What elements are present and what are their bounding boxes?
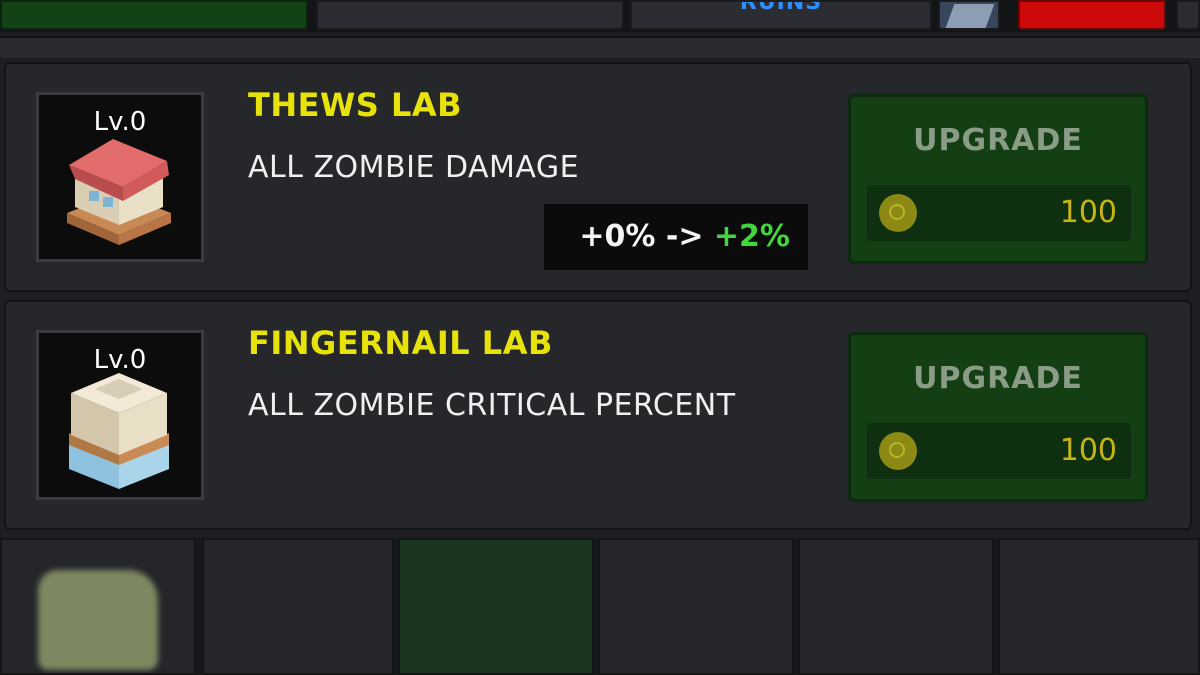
avatar[interactable]: [938, 0, 1000, 30]
cost-value: 100: [1059, 433, 1117, 468]
cost-bar: 100: [867, 423, 1131, 479]
top-tab-green[interactable]: [0, 0, 308, 30]
lab-row-thews: Lv.0 THEWS LAB ALL ZOMBIE DAMAGE +0% -> …: [4, 62, 1192, 292]
cost-bar: 100: [867, 185, 1131, 241]
cost-value: 100: [1059, 195, 1117, 230]
top-tab-edge[interactable]: [1176, 0, 1200, 30]
lab-level: Lv.0: [93, 345, 147, 375]
bottom-tab-4[interactable]: [598, 538, 794, 675]
top-bar: RUINS: [0, 0, 1200, 32]
lab-icon-frame: Lv.0: [36, 92, 204, 262]
stat-change-blurred: [256, 442, 816, 498]
upgrade-button[interactable]: UPGRADE 100: [848, 332, 1148, 502]
stat-change: +0% -> +2%: [544, 204, 808, 270]
lab-title: THEWS LAB: [248, 86, 462, 124]
bottom-tab-5[interactable]: [798, 538, 994, 675]
upgrade-label: UPGRADE: [913, 361, 1083, 396]
stat-next: +2%: [713, 219, 790, 254]
bottom-tab-2[interactable]: [202, 538, 394, 675]
bottom-tab-bar: [0, 538, 1200, 675]
game-screen: RUINS Lv.0 THEWS LAB ALL ZOMBIE DAMAGE +…: [0, 0, 1200, 675]
tab-ruins[interactable]: RUINS: [630, 0, 932, 30]
top-tab-red[interactable]: [1018, 0, 1166, 30]
upgrade-label: UPGRADE: [913, 123, 1083, 158]
upgrade-button[interactable]: UPGRADE 100: [848, 94, 1148, 264]
zombie-icon: [38, 570, 158, 670]
gold-coin-icon: [879, 432, 917, 470]
header-divider: [0, 36, 1200, 58]
gold-coin-icon: [879, 194, 917, 232]
top-tab-2[interactable]: [316, 0, 624, 30]
bottom-tab-3[interactable]: [398, 538, 594, 675]
bottom-tab-6[interactable]: [998, 538, 1200, 675]
lab-title: FINGERNAIL LAB: [248, 324, 553, 362]
lab-description: ALL ZOMBIE CRITICAL PERCENT: [248, 388, 736, 423]
lab-level: Lv.0: [93, 107, 147, 137]
lab-description: ALL ZOMBIE DAMAGE: [248, 150, 580, 185]
tab-ruins-label: RUINS: [739, 0, 823, 15]
avatar-icon: [945, 4, 995, 28]
bottom-tab-1[interactable]: [0, 538, 196, 675]
lab-icon-frame: Lv.0: [36, 330, 204, 500]
lab-row-fingernail: Lv.0 FINGERNAIL LAB ALL ZOMBIE CRITICAL …: [4, 300, 1192, 530]
stat-current: +0% ->: [579, 219, 714, 254]
